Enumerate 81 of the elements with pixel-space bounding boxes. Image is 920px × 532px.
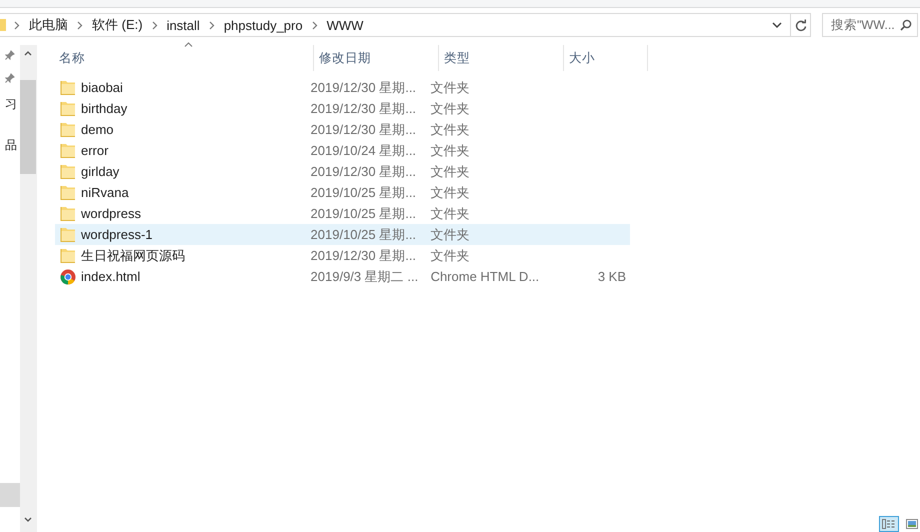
file-row[interactable]: wordpress 2019/10/25 星期... 文件夹 bbox=[55, 203, 630, 224]
file-name: 生日祝福网页源码 bbox=[81, 246, 185, 264]
modified-date: 2019/12/30 星期... bbox=[310, 100, 416, 118]
file-name: birthday bbox=[81, 101, 128, 116]
file-type: 文件夹 bbox=[430, 204, 470, 222]
folder-icon bbox=[60, 248, 76, 263]
column-header[interactable]: 大小 bbox=[564, 45, 648, 71]
file-type: 文件夹 bbox=[430, 162, 470, 180]
folder-icon bbox=[60, 143, 76, 158]
details-view-button[interactable] bbox=[879, 516, 899, 532]
file-name: niRvana bbox=[81, 185, 129, 200]
column-header[interactable]: 名称 bbox=[54, 45, 314, 71]
file-name: error bbox=[81, 143, 108, 158]
modified-date: 2019/10/24 星期... bbox=[310, 142, 416, 160]
file-type: 文件夹 bbox=[430, 100, 470, 118]
refresh-icon bbox=[794, 18, 806, 32]
folder-icon bbox=[60, 227, 76, 242]
chevron-icon bbox=[14, 20, 20, 30]
file-type: 文件夹 bbox=[430, 78, 470, 96]
modified-date: 2019/10/25 星期... bbox=[310, 184, 416, 202]
pin-icon[interactable] bbox=[5, 50, 15, 60]
file-name: wordpress bbox=[81, 206, 141, 221]
folder-icon bbox=[60, 206, 76, 221]
file-row[interactable]: demo 2019/12/30 星期... 文件夹 bbox=[55, 119, 630, 140]
file-name: girlday bbox=[81, 164, 120, 179]
file-type: 文件夹 bbox=[430, 226, 470, 244]
file-row[interactable]: niRvana 2019/10/25 星期... 文件夹 bbox=[55, 182, 630, 203]
scroll-up-icon[interactable] bbox=[24, 51, 32, 56]
file-name: demo bbox=[81, 122, 114, 137]
column-header[interactable]: 类型 bbox=[439, 45, 564, 71]
modified-date: 2019/10/25 星期... bbox=[310, 226, 416, 244]
folder-icon bbox=[60, 164, 76, 179]
folder-icon bbox=[60, 101, 76, 116]
file-name: wordpress-1 bbox=[81, 227, 153, 242]
file-row[interactable]: birthday 2019/12/30 星期... 文件夹 bbox=[55, 98, 630, 119]
nav-item-highlight bbox=[0, 483, 20, 507]
nav-item[interactable]: 品 bbox=[0, 137, 20, 154]
address-bar[interactable]: 此电脑 软件 (E:) install phpstudy_pro WWW bbox=[0, 13, 811, 37]
scroll-down-icon[interactable] bbox=[24, 517, 32, 522]
chevron-icon bbox=[152, 20, 158, 30]
file-type: 文件夹 bbox=[430, 184, 470, 202]
pin-icon[interactable] bbox=[5, 73, 15, 83]
breadcrumb[interactable]: 此电脑 bbox=[29, 16, 68, 34]
folder-icon bbox=[60, 185, 76, 200]
modified-date: 2019/9/3 星期二 ... bbox=[310, 268, 418, 286]
file-row[interactable]: error 2019/10/24 星期... 文件夹 bbox=[55, 140, 630, 161]
modified-date: 2019/10/25 星期... bbox=[310, 204, 416, 222]
modified-date: 2019/12/30 星期... bbox=[310, 162, 416, 180]
file-row[interactable]: girlday 2019/12/30 星期... 文件夹 bbox=[55, 161, 630, 182]
file-type: 文件夹 bbox=[430, 246, 470, 264]
breadcrumb[interactable]: WWW bbox=[326, 18, 364, 32]
chevron-icon bbox=[77, 20, 83, 30]
column-header[interactable]: 修改日期 bbox=[314, 45, 439, 71]
file-row[interactable]: biaobai 2019/12/30 星期... 文件夹 bbox=[55, 77, 630, 98]
search-field[interactable]: 搜索"WW... bbox=[822, 13, 918, 37]
file-row[interactable]: wordpress-1 2019/10/25 星期... 文件夹 bbox=[55, 224, 630, 245]
browser-icon bbox=[60, 268, 76, 284]
file-row[interactable]: 生日祝福网页源码 2019/12/30 星期... 文件夹 bbox=[55, 245, 630, 266]
chevron-icon bbox=[312, 20, 318, 30]
folder-icon bbox=[60, 80, 76, 95]
search-icon bbox=[900, 19, 912, 31]
breadcrumb[interactable]: phpstudy_pro bbox=[224, 18, 303, 32]
file-name: biaobai bbox=[81, 80, 123, 95]
breadcrumb[interactable]: install bbox=[166, 18, 200, 32]
file-type: Chrome HTML D... bbox=[430, 269, 540, 284]
chevron-icon bbox=[208, 20, 215, 30]
file-row[interactable]: index.html 2019/9/3 星期二 ... Chrome HTML D... 3 KB bbox=[55, 266, 630, 287]
breadcrumb[interactable]: 软件 (E:) bbox=[92, 16, 143, 34]
nav-item[interactable]: 习 bbox=[0, 96, 20, 113]
file-type: 文件夹 bbox=[430, 142, 470, 160]
folder-icon bbox=[0, 18, 6, 32]
scrollbar[interactable] bbox=[20, 45, 36, 532]
modified-date: 2019/12/30 星期... bbox=[310, 120, 416, 138]
file-type: 文件夹 bbox=[430, 120, 470, 138]
modified-date: 2019/12/30 星期... bbox=[310, 78, 416, 96]
file-name: index.html bbox=[81, 269, 140, 284]
modified-date: 2019/12/30 星期... bbox=[310, 246, 416, 264]
file-size: 3 KB bbox=[598, 269, 626, 284]
scroll-thumb[interactable] bbox=[20, 80, 36, 174]
dropdown-icon[interactable] bbox=[772, 22, 782, 28]
folder-icon bbox=[60, 122, 76, 137]
